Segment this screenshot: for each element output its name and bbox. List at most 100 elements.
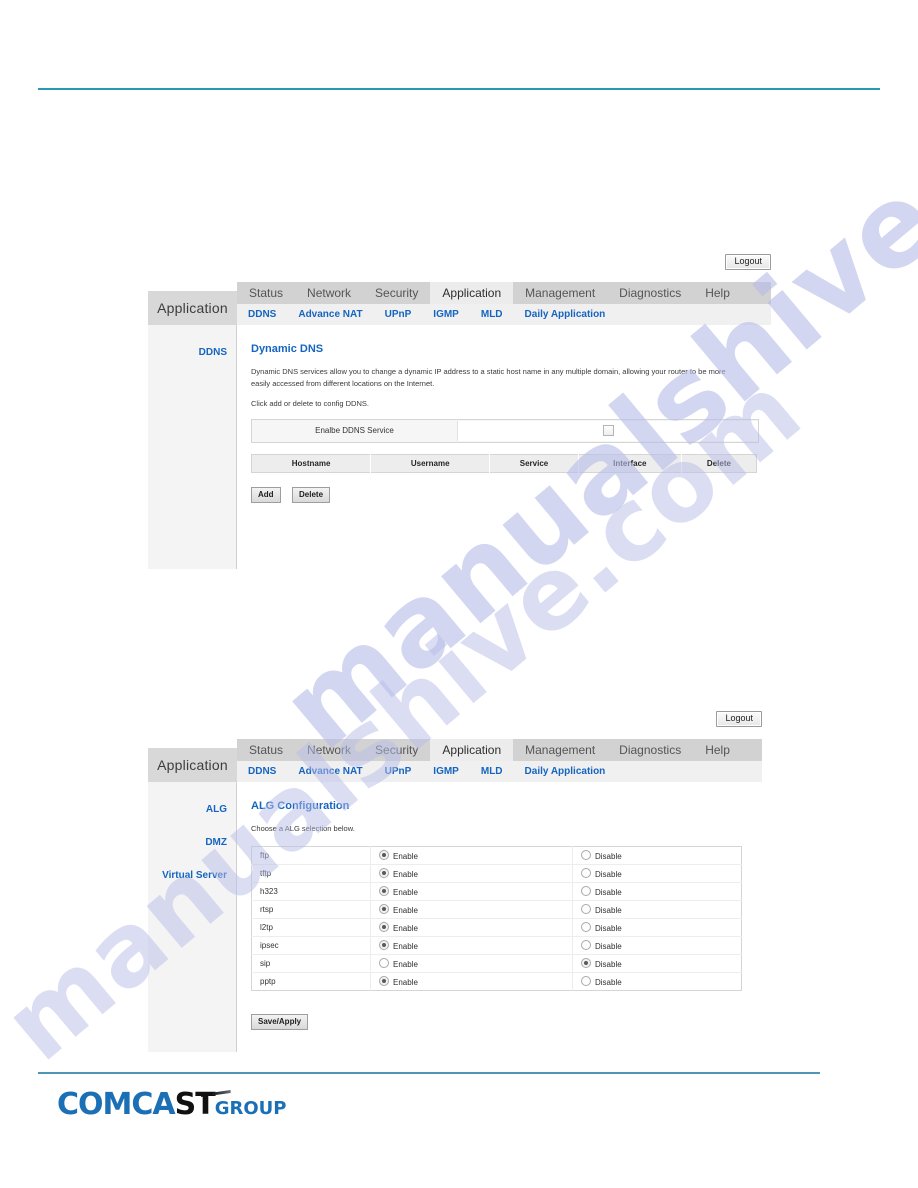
subnav-upnp[interactable]: UPnP [374, 309, 423, 320]
alg-enable-cell-sip[interactable]: Enable [370, 954, 573, 973]
alg-disable-cell-pptp[interactable]: Disable [572, 972, 742, 991]
nav-tab-network[interactable]: Network [295, 282, 363, 304]
alg-enable-cell-tftp[interactable]: Enable [370, 864, 573, 883]
subnav-igmp-2[interactable]: IGMP [422, 766, 470, 777]
nav-tab-management-2[interactable]: Management [513, 739, 607, 761]
alg-disable-cell-ipsec[interactable]: Disable [572, 936, 742, 955]
radio-enable-l2tp[interactable] [379, 921, 389, 932]
logout-button-2[interactable]: Logout [716, 711, 762, 727]
radio-disable-h323[interactable] [581, 885, 591, 896]
alg-row-h323: h323 Enable Disable [251, 882, 742, 901]
footer-divider-rule [38, 1072, 820, 1074]
alg-instruction: Choose a ALG selection below. [251, 824, 355, 833]
nav-tab-diagnostics-2[interactable]: Diagnostics [607, 739, 693, 761]
nav-tab-management[interactable]: Management [513, 282, 607, 304]
alg-protocol-label: pptp [260, 976, 276, 986]
subnav-daily-application[interactable]: Daily Application [514, 309, 617, 320]
enable-ddns-service-row: Enalbe DDNS Service [251, 418, 759, 443]
alg-enable-cell-l2tp[interactable]: Enable [370, 918, 573, 937]
label-enable-h323: Enable [393, 887, 418, 897]
radio-enable-h323[interactable] [379, 885, 389, 896]
alg-protocol-label: tftp [251, 864, 371, 883]
radio-disable-ftp[interactable] [581, 849, 591, 860]
subnav-mld-2[interactable]: MLD [470, 766, 514, 777]
label-disable-h323: Disable [595, 887, 622, 897]
save-apply-button[interactable]: Save/Apply [251, 1013, 309, 1030]
nav-tab-security[interactable]: Security [363, 282, 430, 304]
add-button[interactable]: Add [251, 486, 281, 503]
nav-tab-status-2[interactable]: Status [237, 739, 295, 761]
radio-disable-rtsp[interactable] [581, 903, 591, 914]
alg-row-sip: sip Enable Disable [251, 954, 742, 973]
radio-enable-sip[interactable] [379, 957, 389, 968]
sidebar-item-virtual-server[interactable]: Virtual Server [148, 870, 227, 881]
label-disable-ipsec: Disable [595, 941, 622, 951]
alg-sidebar: ALG DMZ Virtual Server [148, 782, 237, 1052]
radio-enable-ftp[interactable] [379, 849, 389, 860]
label-disable-ftp: Disable [595, 851, 622, 861]
radio-disable-ipsec[interactable] [581, 939, 591, 950]
enable-ddns-checkbox[interactable] [602, 425, 614, 437]
sidebar-item-dmz[interactable]: DMZ [148, 837, 227, 848]
page-title-alg: ALG Configuration [251, 800, 350, 812]
alg-protocol-label: ftp [251, 846, 371, 865]
alg-enable-cell-h323[interactable]: Enable [370, 882, 573, 901]
nav-tab-network-2[interactable]: Network [295, 739, 363, 761]
nav-tab-application-2[interactable]: Application [430, 739, 514, 761]
radio-disable-tftp[interactable] [581, 867, 591, 878]
subnav-advance-nat[interactable]: Advance NAT [287, 309, 373, 320]
label-enable-tftp: Enable [393, 869, 418, 879]
ddns-content: Dynamic DNS Dynamic DNS services allow y… [237, 325, 771, 569]
alg-row-rtsp: rtsp Enable Disable [251, 900, 742, 919]
nav-tab-application[interactable]: Application [430, 282, 514, 304]
radio-disable-sip[interactable] [581, 957, 591, 968]
subnav-igmp[interactable]: IGMP [422, 309, 470, 320]
secondary-nav-2: DDNS Advance NAT UPnP IGMP MLD Daily App… [237, 761, 762, 782]
subnav-advance-nat-2[interactable]: Advance NAT [287, 766, 373, 777]
alg-disable-cell-sip[interactable]: Disable [572, 954, 742, 973]
subnav-ddns[interactable]: DDNS [237, 309, 287, 320]
nav-tab-status[interactable]: Status [237, 282, 295, 304]
col-service: Service [489, 454, 579, 473]
alg-protocol-label: sip [251, 954, 371, 973]
logout-row: Logout [148, 254, 771, 276]
ddns-sidebar: DDNS [148, 325, 237, 569]
nav-tab-diagnostics[interactable]: Diagnostics [607, 282, 693, 304]
nav-tab-help-2[interactable]: Help [693, 739, 742, 761]
radio-enable-ipsec[interactable] [379, 939, 389, 950]
radio-disable-l2tp[interactable] [581, 921, 591, 932]
alg-protocol-label: rtsp [251, 900, 371, 919]
sidebar-item-ddns[interactable]: DDNS [148, 347, 227, 358]
brand-label-2: Application [148, 748, 237, 782]
ddns-entries-table: Hostname Username Service Interface Dele… [251, 453, 757, 473]
alg-enable-cell-pptp[interactable]: Enable [370, 972, 573, 991]
nav-tab-help[interactable]: Help [693, 282, 742, 304]
enable-ddns-field-zone [457, 420, 758, 441]
alg-disable-cell-l2tp[interactable]: Disable [572, 918, 742, 937]
radio-disable-pptp[interactable] [581, 975, 591, 986]
alg-disable-cell-ftp[interactable]: Disable [572, 846, 742, 865]
comcast-group-logo: COMCAST GROUP [57, 1090, 286, 1120]
alg-enable-cell-ftp[interactable]: Enable [370, 846, 573, 865]
logout-row-2: Logout [148, 711, 762, 733]
subnav-ddns-2[interactable]: DDNS [237, 766, 287, 777]
label-disable-pptp: Disable [595, 977, 622, 987]
label-enable-sip: Enable [393, 959, 418, 969]
radio-enable-pptp[interactable] [379, 975, 389, 986]
nav-tab-security-2[interactable]: Security [363, 739, 430, 761]
page-title: Dynamic DNS [251, 343, 324, 355]
alg-disable-cell-h323[interactable]: Disable [572, 882, 742, 901]
delete-button[interactable]: Delete [292, 486, 331, 503]
subnav-upnp-2[interactable]: UPnP [374, 766, 423, 777]
radio-enable-tftp[interactable] [379, 867, 389, 878]
alg-disable-cell-rtsp[interactable]: Disable [572, 900, 742, 919]
alg-enable-cell-rtsp[interactable]: Enable [370, 900, 573, 919]
alg-row-tftp: tftp Enable Disable [251, 864, 742, 883]
subnav-mld[interactable]: MLD [470, 309, 514, 320]
radio-enable-rtsp[interactable] [379, 903, 389, 914]
sidebar-item-alg[interactable]: ALG [148, 804, 227, 815]
alg-disable-cell-tftp[interactable]: Disable [572, 864, 742, 883]
subnav-daily-application-2[interactable]: Daily Application [514, 766, 617, 777]
logout-button[interactable]: Logout [725, 254, 771, 270]
alg-enable-cell-ipsec[interactable]: Enable [370, 936, 573, 955]
